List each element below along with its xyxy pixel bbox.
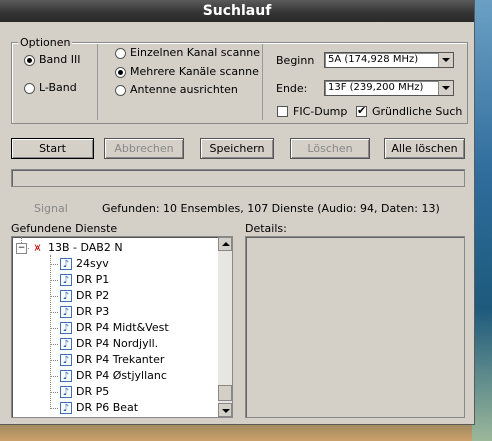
tree-connector [50,376,58,377]
scroll-thumb[interactable] [218,385,232,401]
service-name: DR P5 [76,385,110,398]
lband-radio[interactable] [24,83,35,94]
tree-connector [50,344,58,345]
services-label: Gefundene Dienste [11,222,118,235]
tree-connector [50,392,58,393]
details-label: Details: [245,222,287,235]
services-tree[interactable]: − ⩙ 13B - DAB2 N ♪ 24syv ♪ DR P1 ♪ DR P2 ♪ DR P… [11,236,233,418]
start-button[interactable]: Start [11,138,94,159]
begin-label: Beginn [276,54,315,67]
tree-connector [50,328,58,329]
service-name: DR P4 Østjyllanc [76,369,167,382]
service-name: DR P2 [76,289,110,302]
scan-dialog: Suchlauf Optionen Band III L-Band Einzel… [0,0,475,425]
audio-service-icon: ♪ [60,290,72,302]
antenna-icon: ⩙ [34,241,41,254]
desktop-background-strip [472,0,492,441]
collapse-icon[interactable]: − [16,242,27,254]
scroll-down-icon[interactable] [218,403,232,417]
audio-service-icon: ♪ [60,386,72,398]
chevron-down-icon[interactable] [438,81,453,95]
audio-service-icon: ♪ [60,338,72,350]
audio-service-icon: ♪ [60,258,72,270]
antenna-label[interactable]: Antenne ausrichten [130,83,260,96]
chevron-down-icon[interactable] [438,53,453,67]
service-name: DR P3 [76,305,110,318]
begin-select-value: 5A (174,928 MHz) [328,54,419,65]
tree-connector [50,312,58,313]
single-channel-radio[interactable] [115,48,126,59]
thorough-search-label[interactable]: Gründliche Such [372,105,462,118]
lband-label[interactable]: L-Band [39,81,77,94]
scan-progress-bar [11,169,465,187]
audio-service-icon: ♪ [60,274,72,286]
delete-all-button[interactable]: Alle löschen [384,138,465,159]
tree-ensemble-row[interactable]: − ⩙ 13B - DAB2 N [16,240,123,256]
save-button[interactable]: Speichern [200,138,274,159]
begin-select[interactable]: 5A (174,928 MHz) [324,52,454,68]
antenna-radio[interactable] [115,85,126,96]
audio-service-icon: ♪ [60,306,72,318]
multi-channel-label[interactable]: Mehrere Kanäle scanne [130,65,260,78]
service-name: DR P1 [76,273,110,286]
tree-connector [50,408,58,409]
multi-channel-radio[interactable] [115,67,126,78]
end-select[interactable]: 13F (239,200 MHz) [324,80,454,96]
service-name: DR P6 Beat [76,401,139,414]
audio-service-icon: ♪ [60,402,72,414]
scroll-up-icon[interactable] [218,237,232,251]
service-name: DR P4 Nordjyll. [76,337,159,350]
audio-service-icon: ♪ [60,322,72,334]
end-label: Ende: [276,82,308,95]
tree-scrollbar[interactable] [218,237,232,417]
band3-radio[interactable] [24,55,35,66]
group-divider [97,44,98,120]
found-summary: Gefunden: 10 Ensembles, 107 Dienste (Aud… [102,202,440,215]
group-divider [262,44,263,120]
fic-dump-checkbox[interactable] [277,106,288,117]
thorough-search-checkbox[interactable] [356,104,367,117]
signal-label: Signal [34,202,68,215]
tree-connector [50,360,58,361]
band3-label[interactable]: Band III [39,53,80,66]
end-select-value: 13F (239,200 MHz) [328,82,424,93]
cancel-button[interactable]: Abbrechen [104,138,184,159]
audio-service-icon: ♪ [60,354,72,366]
single-channel-label[interactable]: Einzelnen Kanal scanne [130,46,260,59]
fic-dump-label[interactable]: FIC-Dump [293,105,347,118]
tree-connector [50,296,58,297]
tree-connector [50,280,58,281]
audio-service-icon: ♪ [60,370,72,382]
details-panel [245,236,465,418]
delete-button[interactable]: Löschen [290,138,370,159]
window-title: Suchlauf [0,0,474,22]
service-name: 24syv [76,257,109,270]
service-name: DR P4 Midt&Vest [76,321,169,334]
tree-connector [50,264,58,265]
options-legend: Optionen [18,36,73,49]
ensemble-name: 13B - DAB2 N [48,241,123,254]
service-name: DR P4 Trekanter [76,353,165,366]
